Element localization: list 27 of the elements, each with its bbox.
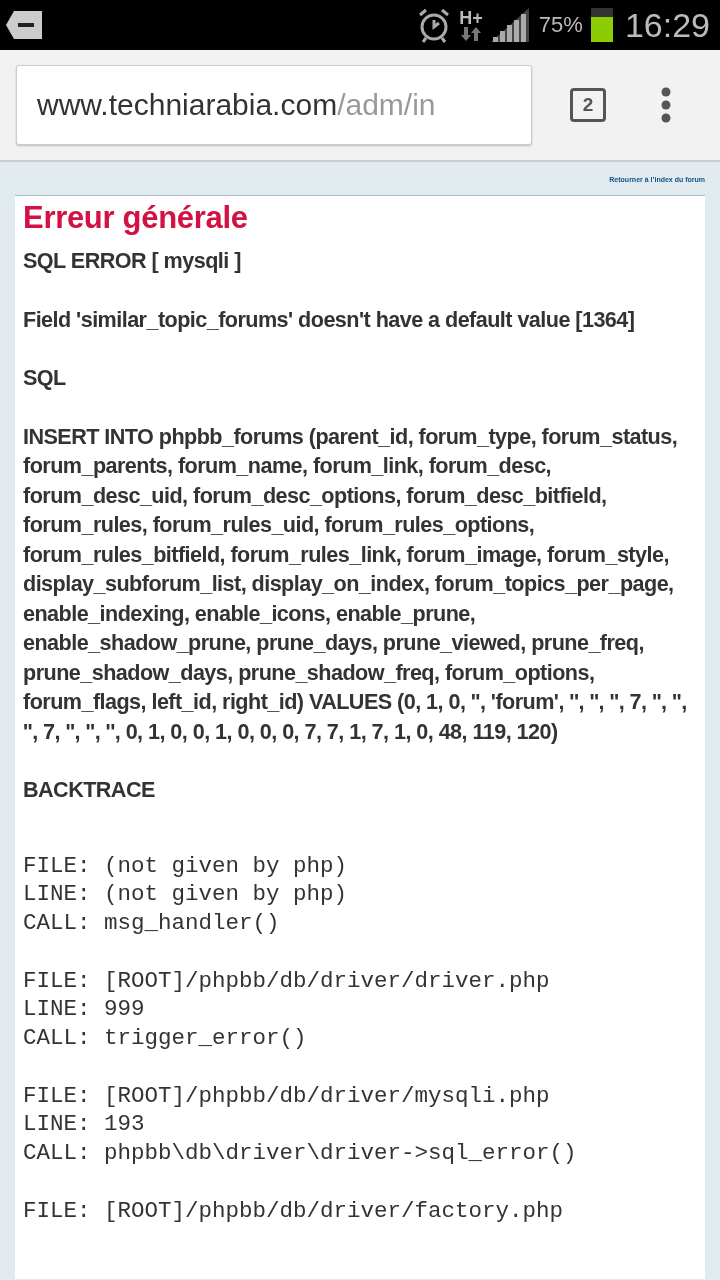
- error-text: SQL ERROR [ mysqli ]: [23, 247, 242, 275]
- error-text: INSERT INTO phpbb_forums (parent_id, forum_type, forum_status, forum_parents, forum_name, forum_link, forum_desc, forum_desc_uid, forum_desc_options, forum_desc_bitfield, forum_rules, forum_rules_uid, forum_rules_options, forum_rules_bitfield, forum_rules_link, forum_image, forum_style, display_subforum_list, display_on_index, forum_topics_per_page, enable_indexing, enable_icons, enable_prune, enable_shadow_prune, prune_days, prune_viewed, prune_freq, prune_shadow_days, prune_shadow_freq, forum_options, forum_flags, left_id, right_id) VALUES (0, 1, 0, '', 'forum', '', '', '', 7, '', '', '', 7, '', '', '', 0, 1, 0, 0, 1, 0, 0, 0, 7, 7, 1, 7, 1, 0, 48, 119, 120): [23, 422, 688, 746]
- clock: 16:29: [624, 5, 710, 45]
- notification-icon: [4, 9, 44, 41]
- backtrace-line: LINE: 999: [23, 995, 146, 1024]
- backtrace-line: LINE: 193: [23, 1110, 146, 1140]
- backtrace-line: FILE: (not given by php): [23, 851, 349, 881]
- tab-switcher-button[interactable]: 2: [570, 88, 606, 122]
- address-bar[interactable]: www.techniarabia.com/adm/in: [16, 65, 532, 145]
- backtrace-line: FILE: [ROOT]/phpbb/db/driver/mysqli.php: [23, 1081, 551, 1111]
- data-arrows-icon: [460, 27, 483, 41]
- network-type: H+: [459, 9, 483, 27]
- backtrace-line: FILE: [ROOT]/phpbb/db/driver/driver.php: [23, 966, 551, 996]
- backtrace-line: CALL: trigger_error(): [23, 1024, 308, 1053]
- signal-icon: [490, 8, 531, 42]
- alarm-clock-icon: [417, 7, 452, 43]
- battery-icon: [590, 8, 613, 42]
- error-text: BACKTRACE: [23, 776, 156, 804]
- error-title: Erreur générale: [23, 200, 249, 236]
- backtrace-line: LINE: (not given by php): [23, 880, 349, 909]
- backtrace-line: CALL: phpbb\db\driver\driver->sql_error(): [23, 1139, 578, 1168]
- error-text: Field 'similar_topic_forums' doesn't have a default value [1364]: [23, 305, 636, 334]
- battery-percentage: 75%: [538, 12, 583, 38]
- error-text: SQL: [23, 364, 67, 392]
- backtrace-line: FILE: [ROOT]/phpbb/db/driver/factory.php: [23, 1196, 565, 1226]
- backtrace-line: CALL: msg_handler(): [23, 908, 281, 938]
- menu-icon[interactable]: [660, 87, 672, 123]
